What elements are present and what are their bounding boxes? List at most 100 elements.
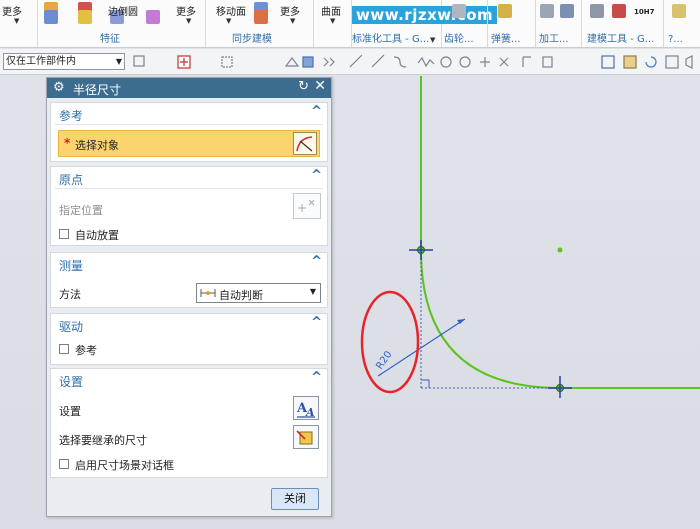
edge-icon xyxy=(542,56,553,68)
chevron-up-icon[interactable]: ^ xyxy=(311,168,322,183)
machining-icon[interactable] xyxy=(540,4,554,18)
more-button-3[interactable]: 更多 xyxy=(280,3,300,18)
surface-button[interactable]: 曲面 xyxy=(321,3,341,18)
dropdown-arrow-icon[interactable]: ▼ xyxy=(186,17,191,25)
dialog-title-bar: ⚙ 半径尺寸 ↻ ✕ xyxy=(47,78,331,98)
shape-icon xyxy=(284,57,300,67)
method-dropdown[interactable]: 自动判断 ▼ xyxy=(196,283,321,303)
section-header[interactable]: 参考 ^ xyxy=(51,103,327,124)
gear-label[interactable]: 齿轮... xyxy=(444,30,474,45)
modeling-tool-icon[interactable] xyxy=(590,4,604,18)
divider xyxy=(55,124,323,125)
cube-icon xyxy=(302,56,314,68)
close-button[interactable]: 关闭 xyxy=(271,488,319,510)
machining-icon[interactable] xyxy=(560,4,574,18)
chevron-up-icon[interactable]: ^ xyxy=(311,254,322,269)
modeling-tools-label[interactable]: 建模工具 - G... xyxy=(587,30,654,45)
ribbon-group-sync-modeling: 移动面 ▼ 更多 ▼ 同步建模 xyxy=(206,0,314,47)
circle-center-icon xyxy=(440,56,452,68)
spring-label[interactable]: 弹簧... xyxy=(491,30,521,45)
shell-icon[interactable] xyxy=(146,10,160,24)
select-object-label: 选择对象 xyxy=(75,139,119,152)
image-icon xyxy=(623,55,637,69)
section-reference: 参考 ^ * 选择对象 xyxy=(50,102,328,162)
ribbon-group-more-right: ?... xyxy=(664,0,700,47)
radius-dimension-dialog: ⚙ 半径尺寸 ↻ ✕ 参考 ^ * 选择对象 原点 ^ 指定位置 自动放置 测量… xyxy=(46,77,332,517)
feature-icon[interactable] xyxy=(78,10,92,24)
tool-icon[interactable] xyxy=(672,4,686,18)
modeling-tool-icon[interactable] xyxy=(612,4,626,18)
section-measurement: 测量 ^ 方法 自动判断 ▼ xyxy=(50,252,328,308)
ribbon-group-more-left: 更多 ▼ xyxy=(0,0,38,47)
section-driving: 驱动 ^ 参考 xyxy=(50,313,328,365)
spline-icon xyxy=(417,56,435,68)
divider xyxy=(55,188,323,189)
more-button-2[interactable]: 更多 xyxy=(176,3,196,18)
enable-dialog-label: 启用尺寸场景对话框 xyxy=(75,459,174,472)
chevron-up-icon[interactable]: ^ xyxy=(311,370,322,385)
feature-icon[interactable] xyxy=(44,10,58,24)
radius-dimension-text[interactable]: R20 xyxy=(374,349,394,371)
ribbon-group-features: 边倒圆 更多 ▼ 特征 xyxy=(38,0,206,47)
selection-scope-value: 仅在工作部件内 xyxy=(6,56,76,67)
method-label: 方法 xyxy=(59,288,81,301)
view-icon xyxy=(601,55,615,69)
dialog-title: 半径尺寸 xyxy=(73,83,122,97)
gear-icon[interactable]: ⚙ xyxy=(53,80,65,95)
sync-icon[interactable] xyxy=(254,10,268,24)
select-object-row[interactable]: * 选择对象 xyxy=(58,130,320,157)
more-button-1[interactable]: 更多 xyxy=(2,3,22,18)
selection-scope-dropdown[interactable]: 仅在工作部件内 ▼ xyxy=(3,53,125,70)
arc-center-point[interactable] xyxy=(557,247,563,253)
section-title: 设置 xyxy=(59,375,84,389)
chevron-up-icon[interactable]: ^ xyxy=(311,104,322,119)
section-settings: 设置 ^ 设置 A A 选择要继承的尺寸 启用尺寸场景对话框 xyxy=(50,368,328,478)
gear-icon[interactable] xyxy=(452,4,466,18)
inherit-dimension-button[interactable] xyxy=(293,425,319,449)
std-parts-label[interactable]: 标准化工具 - G... xyxy=(352,30,429,45)
reset-icon[interactable]: ↻ xyxy=(298,79,309,94)
ribbon-group-spring: 弹簧... xyxy=(488,0,536,47)
chevron-up-icon[interactable]: ^ xyxy=(311,315,322,330)
dropdown-arrow-icon[interactable]: ▼ xyxy=(290,17,295,25)
dropdown-arrow-icon[interactable]: ▼ xyxy=(330,17,335,25)
right-angle-mark xyxy=(421,379,430,388)
dropdown-arrow-icon[interactable]: ▼ xyxy=(226,17,231,25)
enable-dialog-checkbox[interactable] xyxy=(59,459,69,469)
point-icon xyxy=(298,199,315,212)
line-icon xyxy=(371,54,385,68)
selection-toolbar: 仅在工作部件内 ▼ xyxy=(0,49,700,75)
machining-label[interactable]: 加工... xyxy=(539,30,569,45)
more-label-right[interactable]: ?... xyxy=(668,34,683,45)
chevron-down-icon: ▼ xyxy=(309,287,316,296)
auto-place-checkbox[interactable] xyxy=(59,229,69,239)
inherit-dimension-label: 选择要继承的尺寸 xyxy=(59,434,147,447)
circle-icon xyxy=(459,56,471,68)
select-object-button[interactable] xyxy=(293,132,317,155)
section-header[interactable]: 设置 ^ xyxy=(51,369,327,390)
close-icon[interactable]: ✕ xyxy=(314,78,326,94)
section-title: 原点 xyxy=(59,173,84,187)
fillet-edge-button[interactable]: 边倒圆 xyxy=(108,3,138,18)
refresh-icon xyxy=(645,56,657,68)
text-style-icon: A A xyxy=(296,401,315,419)
reference-checkbox[interactable] xyxy=(59,344,69,354)
section-header[interactable]: 测量 ^ xyxy=(51,253,327,274)
features-group-label: 特征 xyxy=(100,34,120,45)
ribbon-group-modeling-tools: 10H7 建模工具 - G... xyxy=(582,0,664,47)
spring-icon[interactable] xyxy=(498,4,512,18)
section-header[interactable]: 原点 ^ xyxy=(51,167,327,188)
move-face-button[interactable]: 移动面 xyxy=(216,3,246,18)
settings-button[interactable]: A A xyxy=(293,396,319,420)
curve-icon xyxy=(393,56,407,68)
section-title: 驱动 xyxy=(59,320,84,334)
specify-location-button[interactable] xyxy=(293,193,321,219)
section-header[interactable]: 驱动 ^ xyxy=(51,314,327,335)
select-box-icon xyxy=(221,56,233,68)
10h7-badge[interactable]: 10H7 xyxy=(634,8,654,16)
section-origin: 原点 ^ 指定位置 自动放置 xyxy=(50,166,328,246)
dropdown-arrow-icon[interactable]: ▼ xyxy=(430,36,435,44)
dropdown-arrow-icon[interactable]: ▼ xyxy=(14,17,19,25)
required-marker: * xyxy=(64,136,71,150)
fillet-arc[interactable] xyxy=(420,249,561,389)
